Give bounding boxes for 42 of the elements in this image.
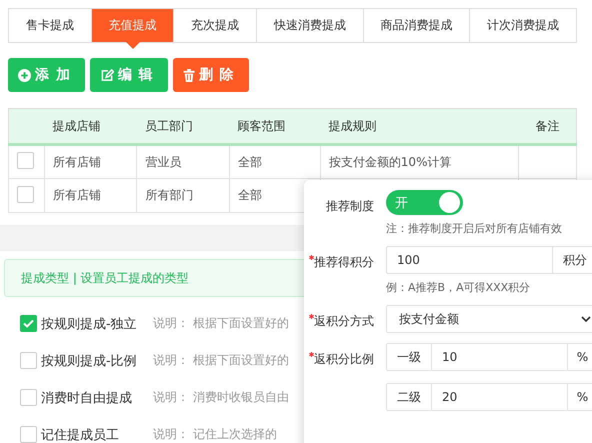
column-header: 提成店铺 bbox=[44, 108, 137, 144]
field-note: 注：推荐制度开启后对所有店铺有效 bbox=[386, 221, 563, 236]
option-label: 按规则提成-比例 bbox=[41, 352, 138, 370]
table-cell: 所有店铺 bbox=[53, 154, 101, 168]
checkbox[interactable] bbox=[20, 352, 37, 369]
checkbox[interactable] bbox=[20, 389, 37, 406]
table-cell: 按支付金额的10%计算 bbox=[328, 154, 452, 168]
row-checkbox[interactable] bbox=[17, 152, 34, 169]
option-note: 说明： 根据下面设置好的 bbox=[153, 315, 289, 332]
field-label: 返积分方式 bbox=[314, 314, 374, 328]
select-field[interactable]: 按支付金额 bbox=[386, 305, 592, 333]
column-header: 员工部门 bbox=[136, 108, 230, 144]
option-label: 按规则提成-独立 bbox=[41, 316, 138, 332]
field-label: 返积分比例 bbox=[314, 352, 374, 366]
column-header: 顾客范围 bbox=[229, 108, 320, 144]
table-cell: 全部 bbox=[238, 154, 262, 168]
points-field[interactable]: 100 积分 bbox=[386, 246, 592, 274]
option-label: 消费时自由提成 bbox=[41, 390, 133, 406]
option-note: 说明： 消费时收银员自由 bbox=[153, 389, 289, 406]
tab[interactable]: 商品消费提成 bbox=[362, 9, 470, 42]
checkbox[interactable] bbox=[20, 315, 37, 332]
table-cell: 全部 bbox=[238, 188, 262, 202]
field-note: 例：A推荐B，A可得XXX积分 bbox=[386, 280, 532, 295]
plus-circle-icon bbox=[18, 68, 31, 82]
tab-pointer-icon bbox=[126, 42, 140, 49]
checkbox[interactable] bbox=[20, 426, 37, 443]
field-label: 推荐制度 bbox=[326, 199, 374, 213]
edit-icon bbox=[100, 68, 114, 82]
row-checkbox[interactable] bbox=[17, 186, 34, 202]
option-note: 说明： 记住上次选择的 bbox=[153, 426, 277, 443]
table-cell: 所有部门 bbox=[145, 188, 194, 202]
ratio-field[interactable]: 一级 10 % bbox=[386, 343, 592, 371]
option-label: 记住提成员工 bbox=[41, 426, 120, 443]
trash-icon bbox=[182, 68, 195, 82]
option-note: 说明： 根据下面设置好的 bbox=[153, 352, 289, 369]
column-header: 备注 bbox=[518, 108, 576, 144]
column-header: 提成规则 bbox=[320, 108, 519, 144]
table-cell: 所有店铺 bbox=[53, 188, 101, 202]
table-cell: 营业员 bbox=[145, 154, 182, 168]
ratio-field[interactable]: 二级 20 % bbox=[386, 383, 592, 411]
check-icon bbox=[23, 319, 34, 328]
chevron-down-icon bbox=[581, 316, 591, 322]
